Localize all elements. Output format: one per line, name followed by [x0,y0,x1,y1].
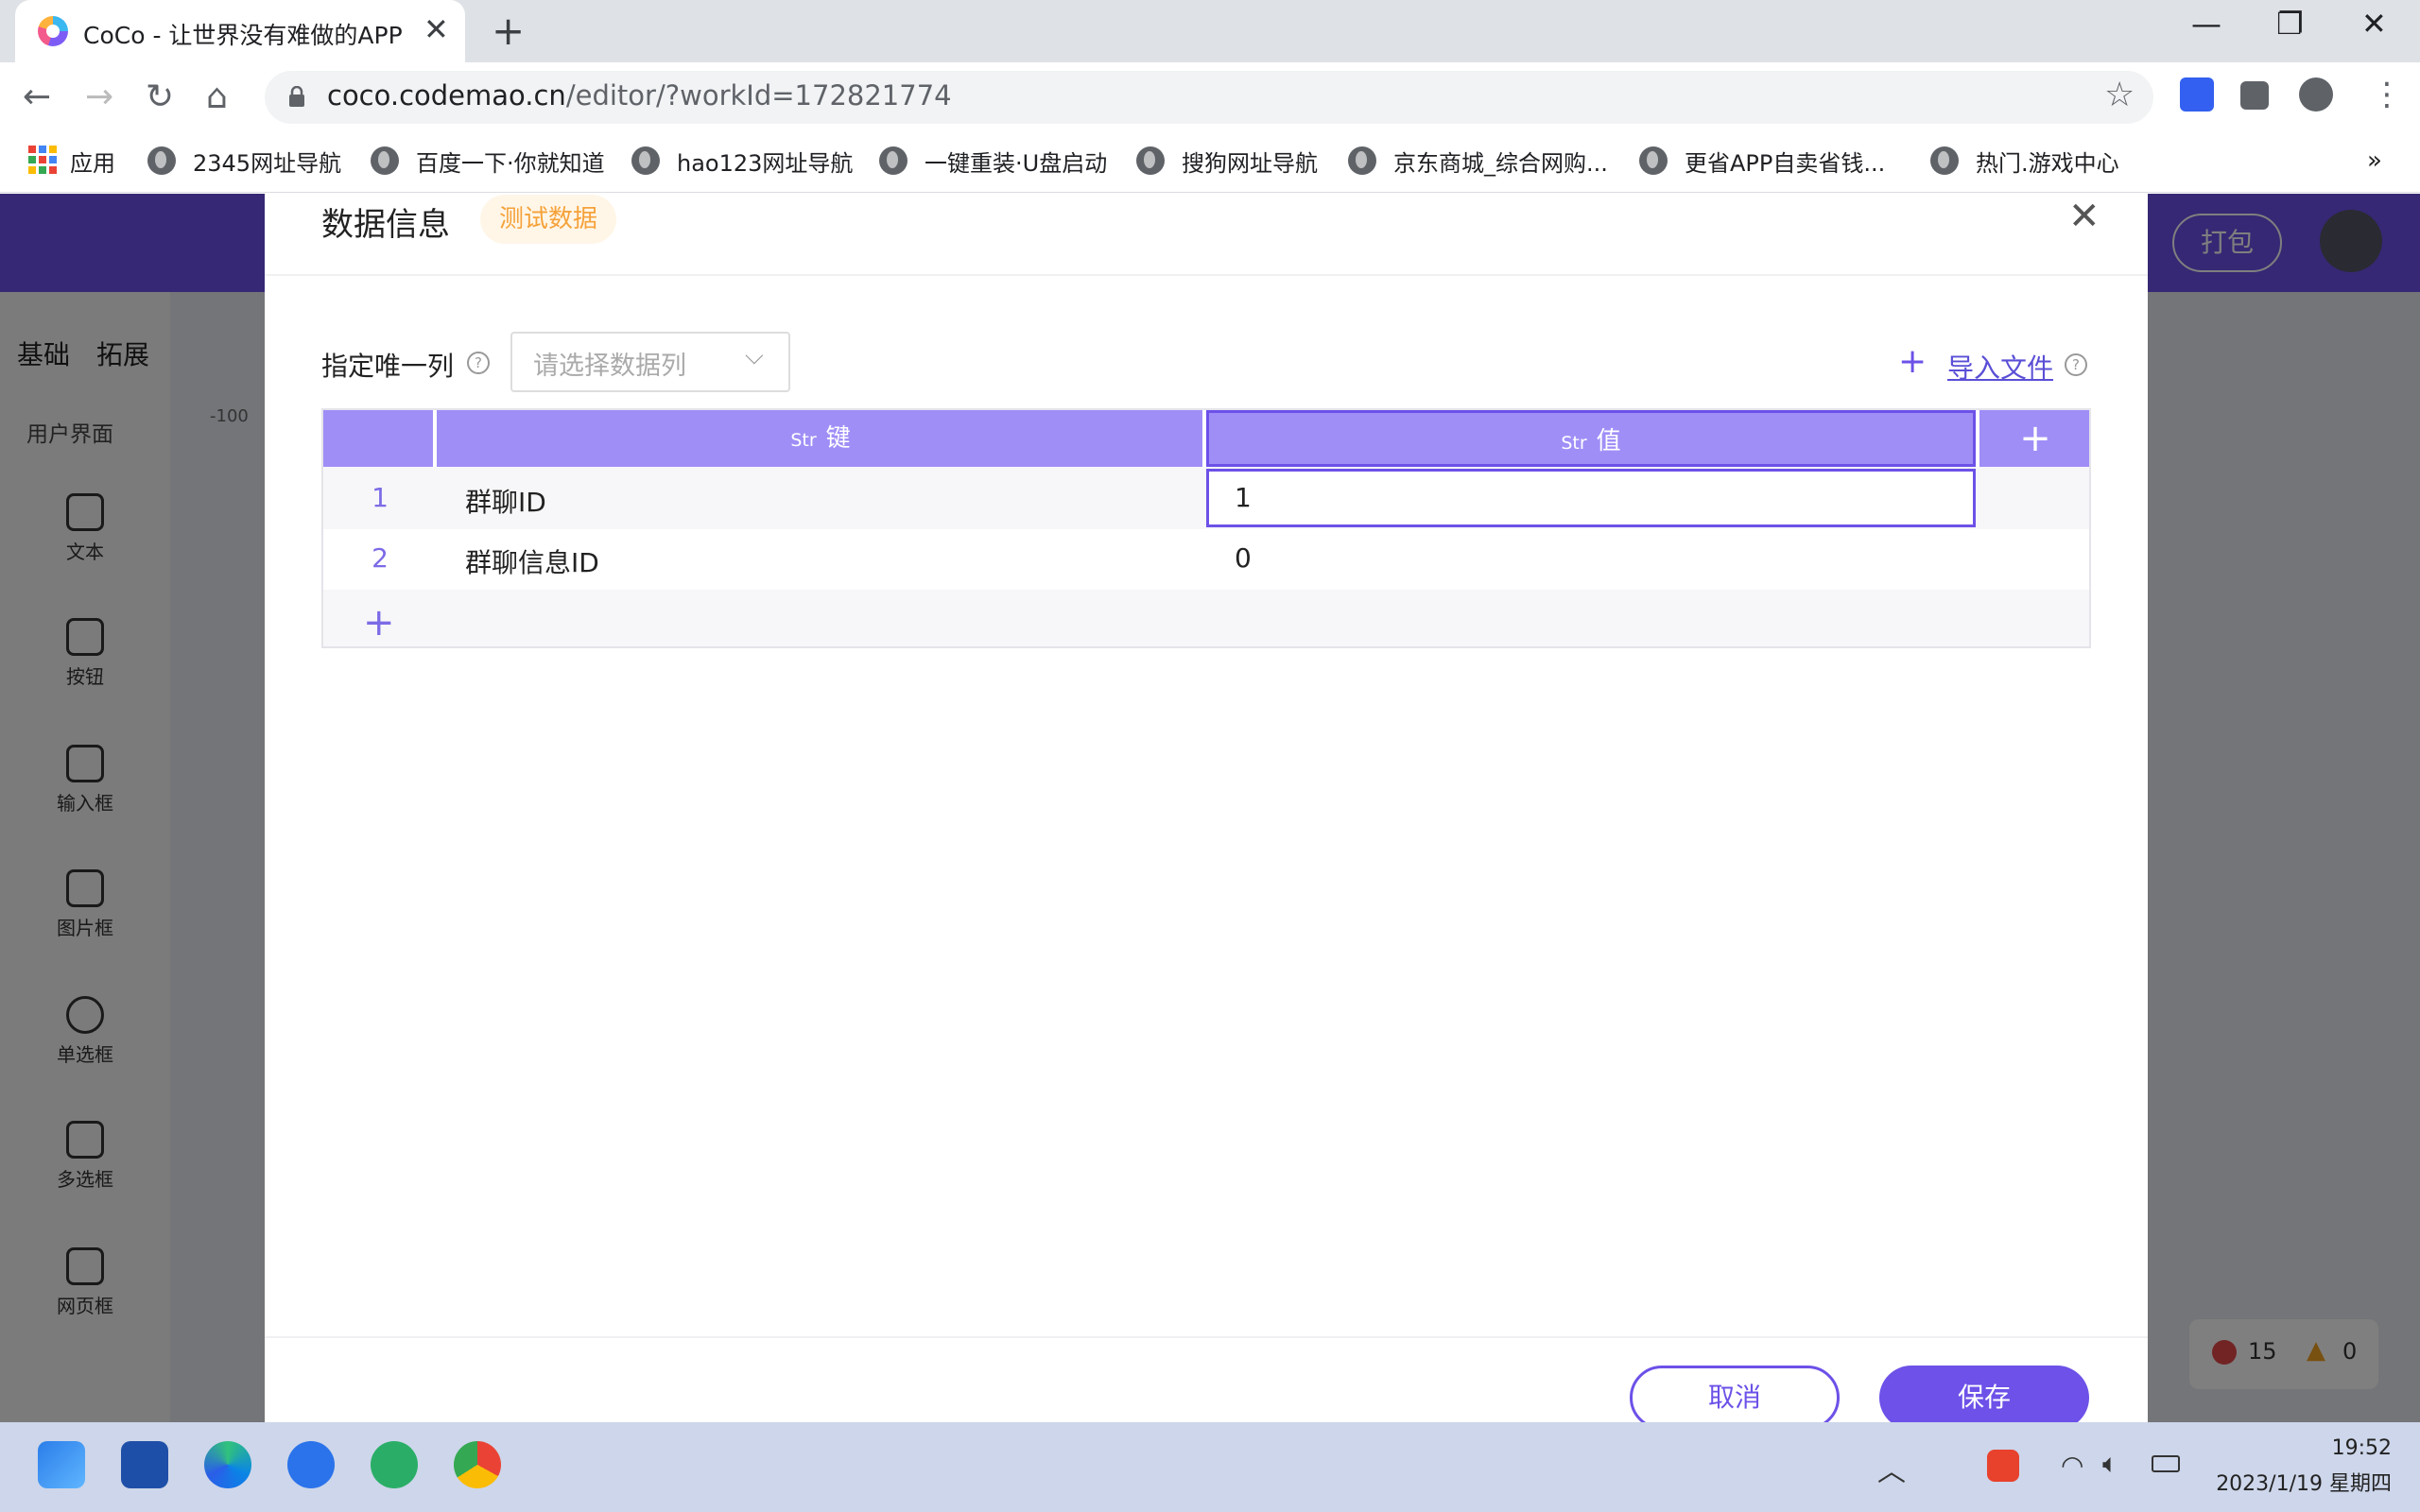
bookmark-item[interactable]: hao123网址导航 [631,142,853,180]
window-close-icon[interactable]: ✕ [2361,6,2387,42]
profile-avatar-icon[interactable] [2299,77,2333,112]
modal-divider [265,274,2148,276]
sogou-tray-icon[interactable] [1987,1450,2019,1482]
plus-icon[interactable]: + [1898,342,1927,381]
reload-icon[interactable]: ↻ [146,77,174,116]
minimize-icon[interactable]: — [2191,6,2221,42]
tray-time[interactable]: 19:52 [2278,1436,2392,1460]
url-text: coco.codemao.cn/editor/?workId=172821774 [327,79,952,112]
column-divider [1976,410,1979,467]
modal-title: 数据信息 [321,206,450,244]
column-select-placeholder: 请选择数据列 [533,352,686,381]
globe-icon [1930,146,1959,175]
battery-icon[interactable] [2152,1455,2180,1472]
tab-close-icon[interactable]: ✕ [424,11,449,47]
globe-icon [1639,146,1668,175]
column-header-value[interactable]: Str 值 [1206,410,1976,467]
globe-icon [631,146,660,175]
forward-icon[interactable]: → [85,77,113,116]
wifi-icon[interactable]: ◠ [2061,1450,2083,1481]
globe-icon [879,146,908,175]
modal-footer-divider [265,1336,2148,1338]
bookmark-item[interactable]: 热门.游戏中心 [1930,142,2119,180]
bookmark-item[interactable]: 2345网址导航 [147,142,341,180]
key-cell[interactable] [437,469,1202,527]
edge-browser-icon[interactable] [204,1441,251,1488]
value-cell-text[interactable]: 0 [1235,542,1252,574]
volume-icon[interactable]: 🔈︎ [2102,1448,2118,1480]
globe-icon [371,146,399,175]
extensions-puzzle-icon[interactable] [2240,81,2269,110]
modal-close-icon[interactable]: ✕ [2068,195,2100,238]
bookmark-item[interactable]: 更省APP自卖省钱... [1639,142,1885,180]
pcl-app-icon[interactable] [121,1441,168,1488]
home-icon[interactable]: ⌂ [206,77,228,116]
menu-kebab-icon[interactable]: ⋮ [2371,76,2403,113]
windows-taskbar [0,1422,2420,1512]
chrome-icon[interactable] [454,1441,501,1488]
bookmark-star-icon[interactable]: ☆ [2104,76,2135,114]
bookmarks-more[interactable]: » [2367,142,2382,180]
key-cell-text: 群聊ID [465,487,546,518]
bookmark-apps[interactable]: 应用 [70,142,115,180]
save-button[interactable]: 保存 [1879,1366,2089,1430]
sogou-input-icon[interactable] [287,1441,335,1488]
wechat-icon[interactable] [371,1441,418,1488]
tray-chevron-up-icon[interactable]: ︿ [1877,1448,1906,1489]
value-cell-text: 1 [1235,482,1252,513]
chevron-down-icon: ⌵ [745,342,764,370]
baidu-paw-icon[interactable] [2180,77,2214,112]
column-header-key[interactable]: Str 键 [437,410,1204,467]
restore-icon[interactable]: ❐ [2276,6,2304,42]
help-icon[interactable]: ? [467,352,490,374]
add-row-icon[interactable]: + [363,601,395,644]
value-cell-focused[interactable] [1206,469,1976,527]
coco-favicon-icon [38,16,68,46]
start-windows-icon[interactable] [38,1441,85,1488]
new-tab-icon[interactable]: + [492,8,525,54]
bookmark-item[interactable]: 搜狗网址导航 [1136,142,1318,180]
globe-icon [1348,146,1376,175]
bookmark-item[interactable]: 百度一下·你就知道 [371,142,605,180]
test-data-badge: 测试数据 [480,195,617,244]
unique-column-label: 指定唯一列 [321,351,455,382]
key-cell-text[interactable]: 群聊信息ID [465,542,599,580]
globe-icon [1136,146,1165,175]
lock-icon [289,86,304,107]
row-index: 1 [372,482,389,513]
row-index: 2 [372,542,389,574]
help-icon[interactable]: ? [2065,353,2087,376]
bookmark-item[interactable]: 京东商城_综合网购... [1348,142,1608,180]
tab-title: CoCo - 让世界没有难做的APP [83,22,403,49]
globe-icon [147,146,176,175]
cancel-button[interactable]: 取消 [1630,1366,1840,1430]
bookmark-item[interactable]: 一键重装·U盘启动 [879,142,1107,180]
add-column-icon[interactable]: + [1981,412,2089,465]
tray-date[interactable]: 2023/1/19 星期四 [2203,1467,2392,1497]
apps-grid-icon [28,146,57,174]
back-icon[interactable]: ← [23,77,51,116]
import-file-link[interactable]: 导入文件 [1947,348,2053,386]
